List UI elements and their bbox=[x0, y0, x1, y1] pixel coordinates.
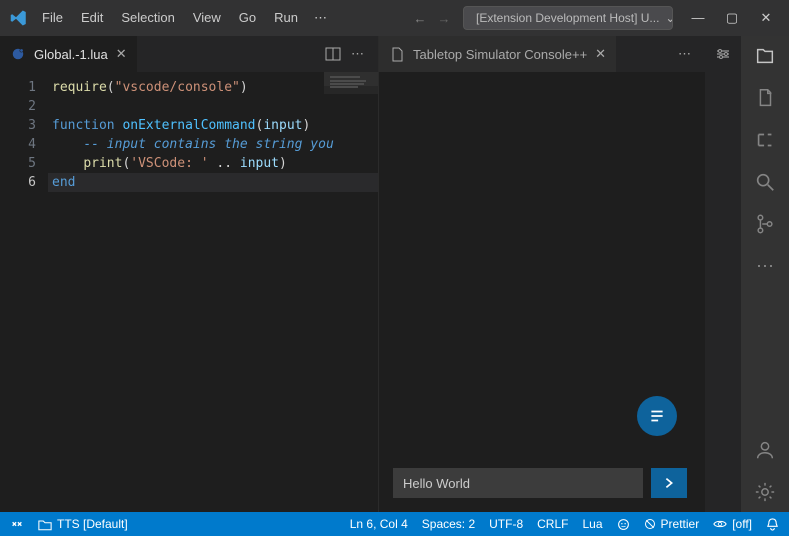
account-icon[interactable] bbox=[753, 438, 777, 462]
line-number: 6 bbox=[0, 173, 36, 192]
menu-bar: File Edit Selection View Go Run ⋯ bbox=[34, 6, 333, 30]
tab-actions-left: ⋯ bbox=[317, 46, 372, 62]
tab-bar-right: Tabletop Simulator Console++ ✕ ⋯ bbox=[379, 36, 705, 72]
minimap[interactable] bbox=[324, 72, 378, 512]
status-spaces[interactable]: Spaces: 2 bbox=[422, 517, 475, 531]
editor-area: Global.-1.lua ✕ ⋯ 1 2 3 4 5 bbox=[0, 36, 741, 512]
send-button[interactable] bbox=[651, 468, 687, 498]
tab-actions-right: ⋯ bbox=[670, 46, 699, 62]
status-prettier[interactable]: Prettier bbox=[644, 517, 700, 531]
chevron-down-icon: ⌄ bbox=[665, 11, 673, 25]
command-center[interactable]: [Extension Development Host] U... ⌄ bbox=[463, 6, 673, 30]
status-eye[interactable]: [off] bbox=[713, 517, 752, 531]
line-gutter: 1 2 3 4 5 6 bbox=[0, 72, 48, 512]
close-icon[interactable]: ✕ bbox=[595, 46, 606, 62]
close-icon[interactable]: ✕ bbox=[116, 46, 127, 62]
chevron-right-icon bbox=[662, 476, 676, 490]
status-language[interactable]: Lua bbox=[582, 517, 602, 531]
console-input[interactable] bbox=[393, 468, 643, 498]
console-input-row bbox=[393, 468, 687, 498]
minimize-icon[interactable]: ― bbox=[689, 10, 707, 26]
remote-indicator[interactable] bbox=[10, 517, 24, 531]
document-icon bbox=[389, 46, 405, 62]
status-folder[interactable]: TTS [Default] bbox=[38, 517, 128, 531]
editor-body-left[interactable]: 1 2 3 4 5 6 require("vscode/console")fun… bbox=[0, 72, 378, 512]
menu-run[interactable]: Run bbox=[266, 6, 306, 30]
console-body bbox=[379, 72, 705, 512]
editor-pane-left: Global.-1.lua ✕ ⋯ 1 2 3 4 5 bbox=[0, 36, 378, 512]
settings-alt-icon[interactable] bbox=[715, 46, 731, 62]
search-icon[interactable] bbox=[753, 170, 777, 194]
gear-icon[interactable] bbox=[753, 480, 777, 504]
secondary-sidebar-strip bbox=[705, 36, 741, 512]
more-actions-icon[interactable]: ⋯ bbox=[678, 46, 691, 62]
editor-pane-right: Tabletop Simulator Console++ ✕ ⋯ bbox=[378, 36, 705, 512]
nav-controls: ← → bbox=[411, 11, 453, 26]
more-icon[interactable]: ⋯ bbox=[753, 254, 777, 278]
menu-file[interactable]: File bbox=[34, 6, 71, 30]
line-number: 5 bbox=[0, 154, 36, 173]
menu-selection[interactable]: Selection bbox=[113, 6, 182, 30]
title-bar: File Edit Selection View Go Run ⋯ ← → [E… bbox=[0, 0, 789, 36]
status-cursor[interactable]: Ln 6, Col 4 bbox=[350, 517, 408, 531]
explorer-icon[interactable] bbox=[753, 44, 777, 68]
source-control-icon[interactable] bbox=[753, 212, 777, 236]
line-number: 4 bbox=[0, 135, 36, 154]
lua-file-icon bbox=[10, 46, 26, 62]
vscode-logo-icon bbox=[6, 9, 32, 27]
menu-overflow-icon[interactable]: ⋯ bbox=[308, 6, 333, 30]
line-number: 1 bbox=[0, 78, 36, 97]
split-editor-icon[interactable] bbox=[325, 46, 341, 62]
tab-console[interactable]: Tabletop Simulator Console++ ✕ bbox=[379, 36, 617, 72]
line-number: 3 bbox=[0, 116, 36, 135]
tab-label: Global.-1.lua bbox=[34, 47, 108, 62]
menu-view[interactable]: View bbox=[185, 6, 229, 30]
line-number: 2 bbox=[0, 97, 36, 116]
source-control-alt-icon[interactable] bbox=[753, 128, 777, 152]
nav-forward-icon[interactable]: → bbox=[435, 11, 453, 26]
tab-bar-left: Global.-1.lua ✕ ⋯ bbox=[0, 36, 378, 72]
tab-label: Tabletop Simulator Console++ bbox=[413, 47, 587, 62]
scroll-to-bottom-button[interactable] bbox=[637, 396, 677, 436]
more-actions-icon[interactable]: ⋯ bbox=[351, 46, 364, 62]
status-bar: TTS [Default] Ln 6, Col 4 Spaces: 2 UTF-… bbox=[0, 512, 789, 536]
status-eol[interactable]: CRLF bbox=[537, 517, 568, 531]
tab-global-lua[interactable]: Global.-1.lua ✕ bbox=[0, 36, 138, 72]
nav-back-icon[interactable]: ← bbox=[411, 11, 429, 26]
files-icon[interactable] bbox=[753, 86, 777, 110]
activity-bar: ⋯ bbox=[741, 36, 789, 512]
status-feedback-icon[interactable] bbox=[617, 518, 630, 531]
status-encoding[interactable]: UTF-8 bbox=[489, 517, 523, 531]
menu-edit[interactable]: Edit bbox=[73, 6, 111, 30]
command-center-text: [Extension Development Host] U... bbox=[476, 11, 659, 25]
bell-icon[interactable] bbox=[766, 517, 779, 531]
close-icon[interactable]: ✕ bbox=[757, 10, 775, 26]
window-controls: ― ▢ ✕ bbox=[689, 10, 783, 26]
menu-go[interactable]: Go bbox=[231, 6, 264, 30]
main-area: Global.-1.lua ✕ ⋯ 1 2 3 4 5 bbox=[0, 36, 789, 512]
maximize-icon[interactable]: ▢ bbox=[723, 10, 741, 26]
